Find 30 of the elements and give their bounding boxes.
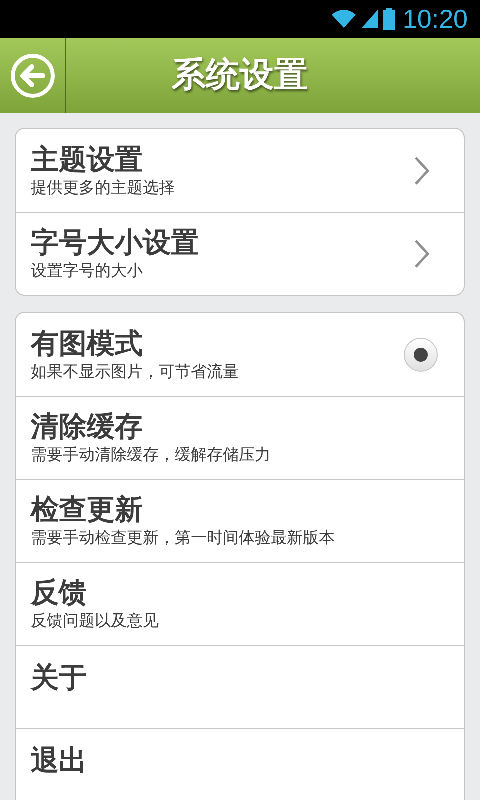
setting-description: 如果不显示图片，可节省流量: [31, 362, 240, 382]
screen-title: 系统设置: [172, 55, 308, 96]
wifi-icon: [330, 9, 357, 29]
setting-title: 主题设置: [31, 142, 144, 176]
setting-title: 有图模式: [31, 326, 144, 360]
settings-row[interactable]: 反馈 反馈问题以及意见: [16, 562, 464, 645]
chevron-right-icon: [414, 239, 430, 269]
settings-row[interactable]: 字号大小设置 设置字号的大小: [16, 212, 464, 295]
setting-title: 关于: [31, 661, 88, 695]
setting-description: 需要手动清除缓存，缓解存储压力: [31, 446, 272, 466]
settings-row[interactable]: 主题设置 提供更多的主题选择: [16, 129, 464, 212]
setting-title: 反馈: [31, 576, 88, 610]
settings-row[interactable]: 有图模式 如果不显示图片，可节省流量: [16, 313, 464, 396]
setting-description: 反馈问题以及意见: [31, 612, 160, 632]
setting-title: 字号大小设置: [31, 226, 200, 260]
battery-icon: [382, 8, 395, 30]
settings-row[interactable]: 检查更新 需要手动检查更新，第一时间体验最新版本: [16, 479, 464, 562]
signal-icon: [360, 9, 379, 29]
radio-button[interactable]: [404, 338, 438, 372]
settings-row[interactable]: 清除缓存 需要手动清除缓存，缓解存储压力: [16, 396, 464, 479]
setting-title: 检查更新: [31, 493, 144, 527]
setting-title: 退出: [31, 744, 88, 778]
setting-description: 设置字号的大小: [31, 262, 144, 282]
clock: 10:20: [402, 2, 468, 36]
settings-row[interactable]: 关于: [16, 645, 464, 728]
setting-title: 清除缓存: [31, 410, 144, 444]
settings-row[interactable]: 退出: [16, 728, 464, 800]
setting-description: 需要手动检查更新，第一时间体验最新版本: [31, 528, 336, 549]
setting-description: 提供更多的主题选择: [31, 178, 176, 198]
chevron-right-icon: [414, 156, 430, 186]
